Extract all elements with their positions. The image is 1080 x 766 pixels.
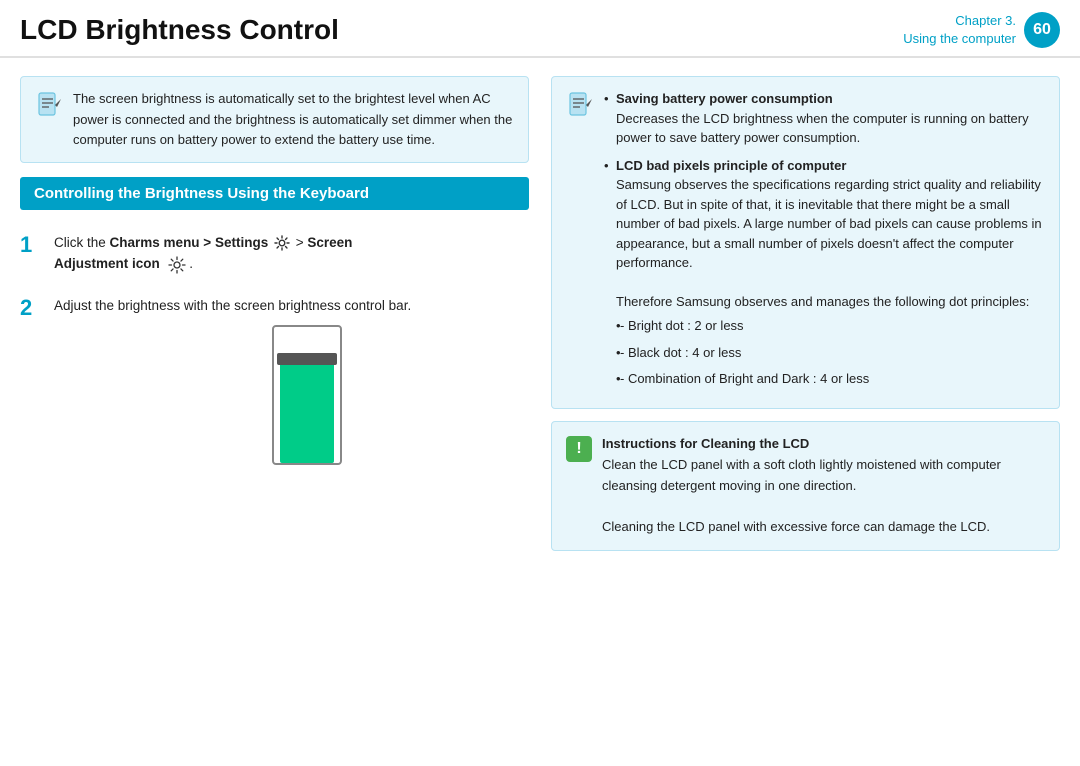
bullet-list-right: Saving battery power consumption Decreas… xyxy=(604,89,1045,390)
warning-heading: Instructions for Cleaning the LCD xyxy=(602,436,809,451)
right-column: Saving battery power consumption Decreas… xyxy=(547,76,1060,746)
chapter-info: Chapter 3.Using the computer 60 xyxy=(903,12,1060,48)
bullet-item-2: LCD bad pixels principle of computer Sam… xyxy=(604,156,1045,390)
dot-list: - Bright dot : 2 or less - Black dot : 4… xyxy=(616,316,1045,390)
page-number-badge: 60 xyxy=(1024,12,1060,48)
bullet-item-1: Saving battery power consumption Decreas… xyxy=(604,89,1045,148)
page-title: LCD Brightness Control xyxy=(20,14,339,46)
step-1-bold1: Charms menu > Settings xyxy=(110,235,269,250)
warning-para2: Cleaning the LCD panel with excessive fo… xyxy=(602,519,990,534)
note-box-right-content: Saving battery power consumption Decreas… xyxy=(604,89,1045,396)
note-box-left-text: The screen brightness is automatically s… xyxy=(73,89,514,149)
left-column: The screen brightness is automatically s… xyxy=(20,76,547,746)
step-2-number: 2 xyxy=(20,295,42,321)
brightness-bar-handle xyxy=(277,353,337,365)
warning-icon: ! xyxy=(566,436,592,462)
warning-box: ! Instructions for Cleaning the LCD Clea… xyxy=(551,421,1060,551)
step-1-number: 1 xyxy=(20,232,42,258)
warning-para1: Clean the LCD panel with a soft cloth li… xyxy=(602,457,1001,493)
note-icon-right xyxy=(566,91,594,119)
dot-item-1: - Bright dot : 2 or less xyxy=(616,316,1045,337)
page-header: LCD Brightness Control Chapter 3.Using t… xyxy=(0,0,1080,58)
dot-item-3: - Combination of Bright and Dark : 4 or … xyxy=(616,369,1045,390)
note-box-left: The screen brightness is automatically s… xyxy=(20,76,529,162)
step-1: 1 Click the Charms menu > Settings > Scr… xyxy=(20,226,529,275)
dot-item-2: - Black dot : 4 or less xyxy=(616,343,1045,364)
brightness-bar-fill xyxy=(280,363,334,463)
note-box-right: Saving battery power consumption Decreas… xyxy=(551,76,1060,409)
warning-box-content: Instructions for Cleaning the LCD Clean … xyxy=(602,434,1045,538)
bullet-2-text: Samsung observes the specifications rega… xyxy=(616,177,1042,270)
note-icon xyxy=(35,91,63,119)
main-content: The screen brightness is automatically s… xyxy=(0,58,1080,756)
step-2: 2 Adjust the brightness with the screen … xyxy=(20,289,529,465)
bullet-1-bold: Saving battery power consumption xyxy=(616,91,833,106)
chapter-label: Chapter 3.Using the computer xyxy=(903,12,1016,48)
step-2-text: Adjust the brightness with the screen br… xyxy=(54,298,411,313)
step-1-gear-icon xyxy=(274,232,290,254)
brightness-bar-illustration xyxy=(84,325,529,465)
bullet-2-extra: Therefore Samsung observes and manages t… xyxy=(616,294,1029,309)
bullet-1-text: Decreases the LCD brightness when the co… xyxy=(616,111,1029,146)
bullet-2-bold: LCD bad pixels principle of computer xyxy=(616,158,846,173)
step-1-text: Click the Charms menu > Settings > Scree… xyxy=(54,232,529,275)
step-1-sun-icon xyxy=(168,253,186,275)
section-heading: Controlling the Brightness Using the Key… xyxy=(20,177,529,210)
brightness-slider-outer xyxy=(272,325,342,465)
